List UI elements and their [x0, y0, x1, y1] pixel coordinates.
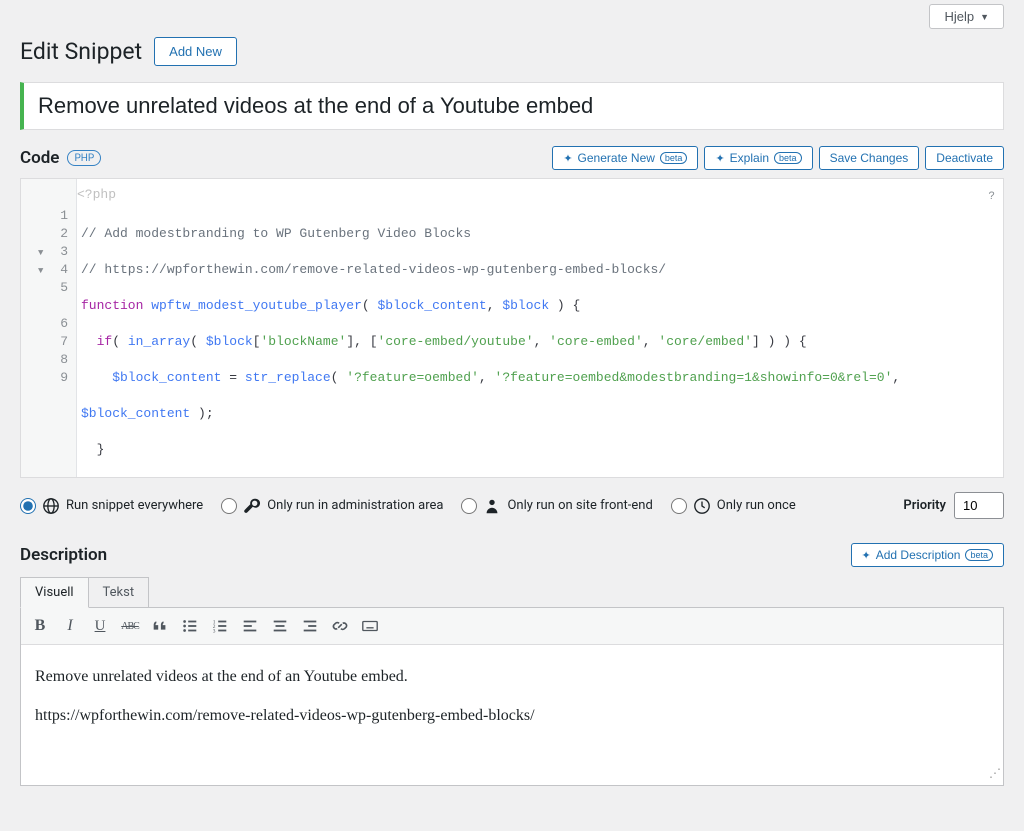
globe-icon — [42, 497, 60, 515]
run-everywhere-radio[interactable] — [20, 498, 36, 514]
run-frontend-label: Only run on site front-end — [507, 498, 652, 513]
beta-badge: beta — [965, 549, 993, 561]
explain-label: Explain — [730, 151, 769, 165]
numbered-list-button[interactable]: 123 — [205, 611, 235, 641]
run-once-label: Only run once — [717, 498, 796, 513]
php-open-tag: <?php — [77, 187, 116, 202]
italic-button[interactable]: I — [55, 611, 85, 641]
snippet-title-input[interactable] — [24, 83, 1003, 129]
line-number: 1 — [21, 207, 68, 225]
run-everywhere-option[interactable]: Run snippet everywhere — [20, 497, 203, 515]
align-left-button[interactable] — [235, 611, 265, 641]
priority-input[interactable] — [954, 492, 1004, 519]
line-number: 7 — [21, 333, 68, 351]
line-number: 2 — [21, 225, 68, 243]
editor-help-icon[interactable]: ? — [988, 191, 995, 203]
description-section-label: Description — [20, 545, 107, 565]
align-center-button[interactable] — [265, 611, 295, 641]
resize-grip-icon[interactable]: ⋰ — [989, 763, 1001, 783]
code-section-label: Code — [20, 148, 59, 168]
beta-badge: beta — [774, 152, 802, 164]
run-admin-label: Only run in administration area — [267, 498, 443, 513]
explain-button[interactable]: Explain beta — [704, 146, 812, 170]
underline-button[interactable]: U — [85, 611, 115, 641]
code-editor[interactable]: ▼ ▼ 1 2 3 4 5 6 7 8 9 <?php ? // Add mod… — [20, 178, 1004, 478]
run-frontend-radio[interactable] — [461, 498, 477, 514]
priority-label: Priority — [903, 498, 946, 513]
description-paragraph: Remove unrelated videos at the end of an… — [35, 663, 989, 690]
add-description-label: Add Description — [876, 548, 961, 562]
bullet-list-button[interactable] — [175, 611, 205, 641]
strikethrough-button[interactable]: ABC — [115, 611, 145, 641]
fold-marker-icon[interactable]: ▼ — [38, 244, 43, 262]
line-number: 3 — [21, 243, 68, 261]
page-title: Edit Snippet — [20, 38, 142, 65]
line-number: 8 — [21, 351, 68, 369]
run-once-option[interactable]: Only run once — [671, 497, 796, 515]
add-description-button[interactable]: Add Description beta — [851, 543, 1004, 567]
run-everywhere-label: Run snippet everywhere — [66, 498, 203, 513]
run-admin-option[interactable]: Only run in administration area — [221, 497, 443, 515]
svg-text:3: 3 — [213, 628, 216, 634]
wrench-icon — [243, 497, 261, 515]
line-number: 6 — [21, 315, 68, 333]
bold-button[interactable]: B — [25, 611, 55, 641]
snippet-title-wrap — [20, 82, 1004, 130]
line-number: 5 — [21, 279, 68, 297]
help-button[interactable]: Hjelp ▼ — [929, 4, 1004, 29]
clock-icon — [693, 497, 711, 515]
line-number: 9 — [21, 369, 68, 387]
run-admin-radio[interactable] — [221, 498, 237, 514]
generate-new-button[interactable]: Generate New beta — [552, 146, 698, 170]
code-gutter: ▼ ▼ 1 2 3 4 5 6 7 8 9 — [21, 179, 77, 477]
generate-new-label: Generate New — [578, 151, 655, 165]
fold-marker-icon[interactable]: ▼ — [38, 262, 43, 280]
add-new-button[interactable]: Add New — [154, 37, 237, 66]
run-frontend-option[interactable]: Only run on site front-end — [461, 497, 652, 515]
chevron-down-icon: ▼ — [980, 12, 989, 22]
description-content[interactable]: Remove unrelated videos at the end of an… — [21, 645, 1003, 785]
description-editor: B I U ABC 123 Remove unrelated videos at… — [20, 607, 1004, 786]
align-right-button[interactable] — [295, 611, 325, 641]
code-lines: // Add modestbranding to WP Gutenberg Vi… — [77, 179, 1003, 477]
save-changes-button[interactable]: Save Changes — [819, 146, 920, 170]
link-button[interactable] — [325, 611, 355, 641]
keyboard-toggle-button[interactable] — [355, 611, 385, 641]
deactivate-button[interactable]: Deactivate — [925, 146, 1004, 170]
tab-text[interactable]: Tekst — [88, 577, 150, 608]
line-number: 4 — [21, 261, 68, 279]
help-button-label: Hjelp — [944, 9, 974, 24]
beta-badge: beta — [660, 152, 688, 164]
code-area[interactable]: <?php ? // Add modestbranding to WP Gute… — [77, 179, 1003, 477]
person-icon — [483, 497, 501, 515]
tab-visual[interactable]: Visuell — [20, 577, 89, 608]
blockquote-button[interactable] — [145, 611, 175, 641]
description-paragraph: https://wpforthewin.com/remove-related-v… — [35, 702, 989, 729]
php-badge: PHP — [67, 150, 101, 166]
run-once-radio[interactable] — [671, 498, 687, 514]
